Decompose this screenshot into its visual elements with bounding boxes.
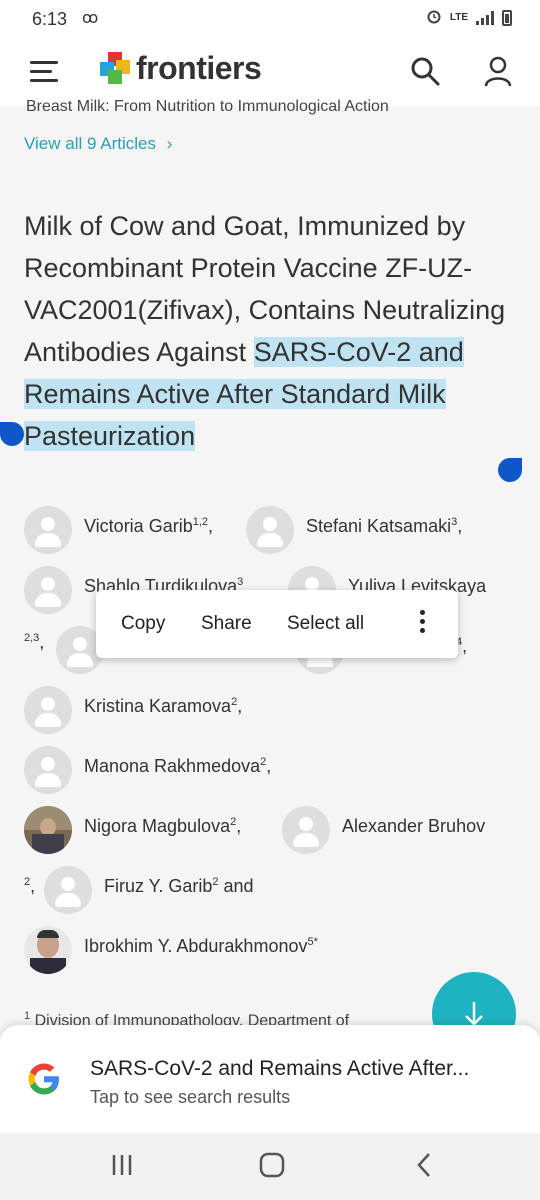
author-kristina-karamova[interactable]: Kristina Karamova2, bbox=[84, 696, 242, 717]
author-firuz-garib[interactable]: Firuz Y. Garib2 and bbox=[104, 876, 254, 897]
battery-icon bbox=[502, 9, 512, 26]
author-affiliation-continued: 2, bbox=[24, 876, 36, 896]
status-time: 6:13 bbox=[32, 9, 68, 29]
back-icon[interactable] bbox=[412, 1151, 436, 1184]
select-all-button[interactable]: Select all bbox=[287, 613, 364, 635]
search-query: SARS-CoV-2 and Remains Active After... bbox=[90, 1057, 470, 1080]
author-ibrokhim-abdurakhmonov[interactable]: Ibrokhim Y. Abdurakhmonov5* bbox=[84, 936, 318, 957]
author-affiliation-continued: 2,3, bbox=[24, 632, 45, 652]
voicemail-icon: ꝏ bbox=[82, 10, 99, 27]
network-type-label: LTE bbox=[449, 12, 468, 23]
search-icon[interactable] bbox=[408, 54, 442, 88]
avatar[interactable] bbox=[24, 746, 72, 794]
alarm-icon bbox=[426, 8, 442, 27]
recent-apps-icon[interactable] bbox=[110, 1153, 134, 1182]
chevron-right-icon: › bbox=[166, 134, 173, 153]
search-hint: Tap to see search results bbox=[90, 1087, 291, 1107]
status-icons: LTE bbox=[426, 8, 512, 27]
signal-icon bbox=[476, 10, 494, 25]
avatar[interactable] bbox=[24, 566, 72, 614]
author-alexander-bruhov[interactable]: Alexander Bruhov bbox=[342, 816, 485, 837]
selection-end-handle[interactable] bbox=[498, 458, 522, 482]
google-search-sheet[interactable]: SARS-CoV-2 and Remains Active After... T… bbox=[0, 1025, 540, 1133]
frontiers-logo-icon[interactable] bbox=[100, 52, 130, 88]
google-logo-icon bbox=[26, 1061, 62, 1097]
system-nav-bar bbox=[0, 1133, 540, 1200]
avatar[interactable] bbox=[44, 866, 92, 914]
avatar-photo[interactable] bbox=[24, 806, 72, 854]
avatar[interactable] bbox=[246, 506, 294, 554]
avatar[interactable] bbox=[282, 806, 330, 854]
avatar[interactable] bbox=[24, 686, 72, 734]
author-nigora-magbulova[interactable]: Nigora Magbulova2, bbox=[84, 816, 241, 837]
collection-title: Breast Milk: From Nutrition to Immunolog… bbox=[26, 98, 389, 115]
brand-name[interactable]: frontiers bbox=[136, 50, 262, 87]
user-icon[interactable] bbox=[482, 54, 516, 88]
share-button[interactable]: Share bbox=[201, 613, 252, 635]
view-all-label: View all 9 Articles bbox=[24, 134, 156, 153]
site-header: frontiers bbox=[0, 36, 540, 106]
more-options-icon[interactable] bbox=[420, 610, 428, 637]
view-all-articles-link[interactable]: View all 9 Articles › bbox=[24, 134, 172, 154]
selection-start-handle[interactable] bbox=[0, 422, 24, 446]
author-stefani-katsamaki[interactable]: Stefani Katsamaki3, bbox=[306, 516, 462, 537]
copy-button[interactable]: Copy bbox=[121, 613, 165, 635]
avatar-photo[interactable] bbox=[24, 926, 72, 974]
avatar[interactable] bbox=[24, 506, 72, 554]
author-victoria-garib[interactable]: Victoria Garib1,2, bbox=[84, 516, 213, 537]
article-title[interactable]: Milk of Cow and Goat, Immunized by Recom… bbox=[24, 205, 514, 457]
status-bar: 6:13 ꝏ LTE bbox=[0, 0, 540, 36]
author-manona-rakhmedova[interactable]: Manona Rakhmedova2, bbox=[84, 756, 271, 777]
home-icon[interactable] bbox=[258, 1151, 286, 1184]
menu-icon[interactable] bbox=[30, 61, 58, 88]
text-selection-menu: Copy Share Select all bbox=[96, 590, 458, 658]
